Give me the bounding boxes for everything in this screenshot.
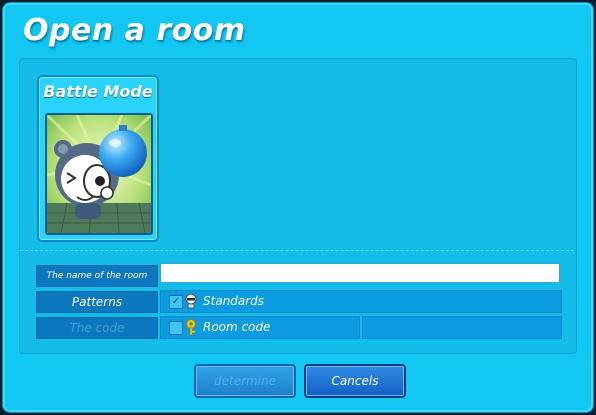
determine-button[interactable]: determine [194, 364, 296, 398]
room-code-option-label: Room code [203, 320, 271, 334]
room-code-checkbox[interactable] [169, 321, 183, 335]
code-label: The code [36, 317, 158, 339]
room-name-label: The name of the room [36, 265, 158, 287]
mode-card-battle[interactable]: Battle Mode [37, 75, 159, 242]
patterns-label: Patterns [36, 291, 158, 313]
standards-checkbox[interactable]: ✓ [169, 295, 183, 309]
mode-card-title: Battle Mode [43, 82, 153, 101]
cancel-button[interactable]: Cancels [304, 364, 406, 398]
room-name-input[interactable] [160, 263, 560, 283]
key-icon [186, 319, 196, 336]
character-illustration [47, 115, 151, 233]
battle-mode-character-image [45, 113, 153, 235]
room-code-input[interactable] [362, 316, 562, 339]
standards-option-label: Standards [203, 294, 265, 308]
patterns-option-row: ✓ Standards [160, 290, 562, 313]
room-code-option-row: Room code [160, 316, 360, 339]
bomber-icon [185, 294, 197, 309]
dialog-title: Open a room [23, 13, 246, 48]
section-divider [20, 250, 574, 251]
